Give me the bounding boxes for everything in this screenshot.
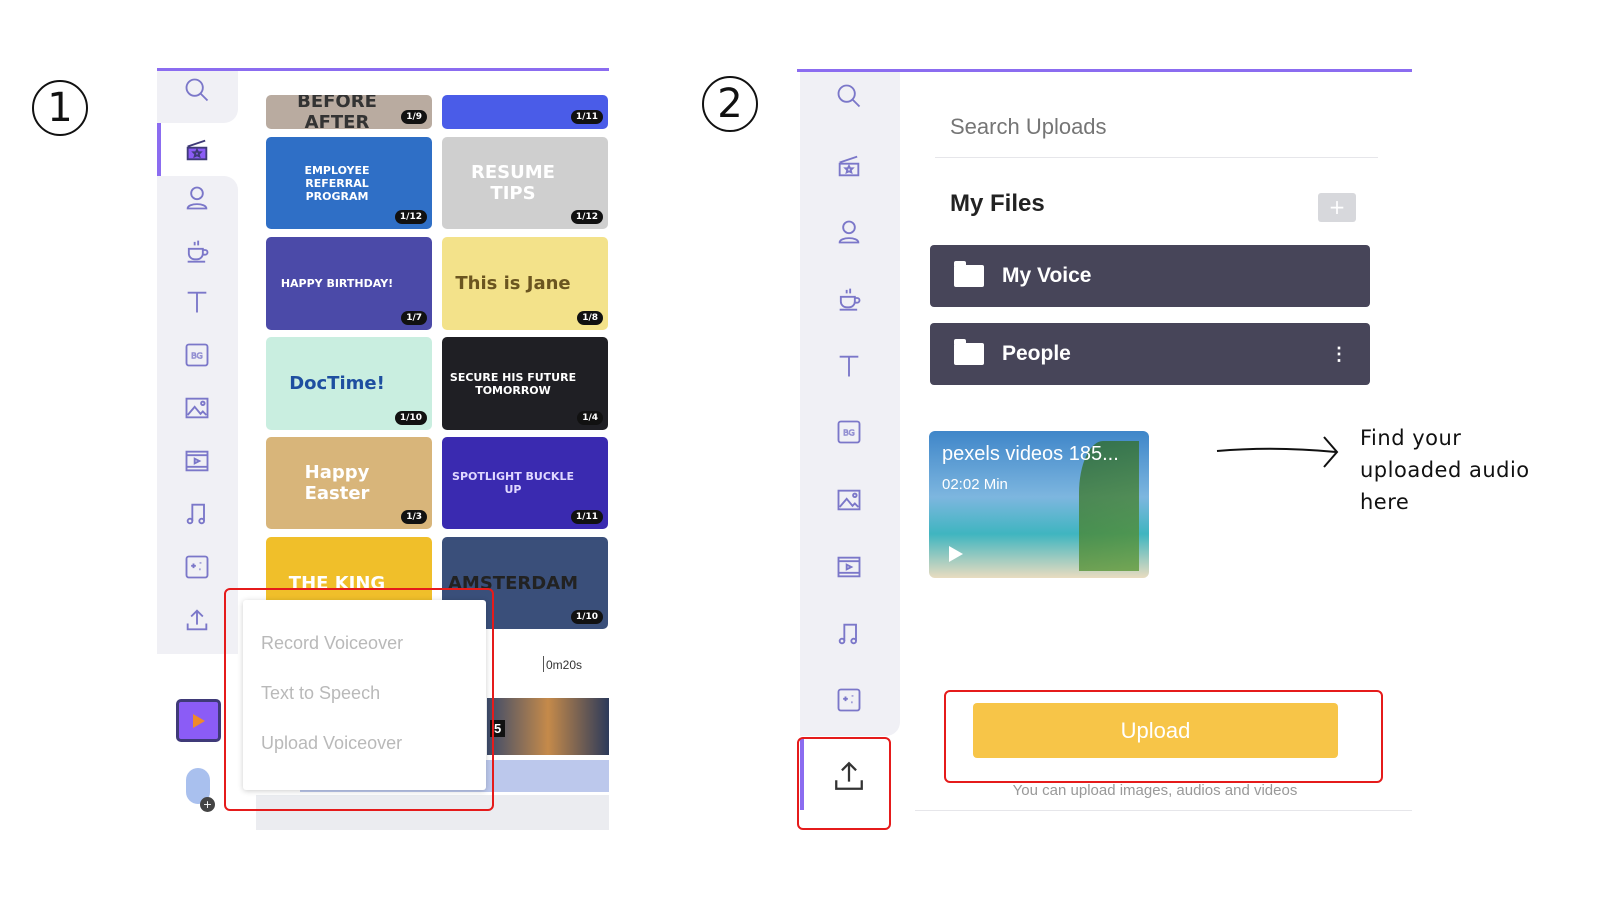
template-title: EMPLOYEE REFERRAL PROGRAM [304, 163, 370, 203]
folder-icon [954, 339, 984, 365]
template-title: DocTime! [289, 373, 385, 394]
upload-note: You can upload images, audios and videos [1012, 782, 1298, 799]
slide-count-badge: 1/12 [394, 210, 427, 224]
search-uploads-input[interactable] [950, 114, 1370, 140]
play-icon[interactable] [949, 546, 963, 562]
image-icon[interactable] [181, 392, 213, 424]
effects-icon[interactable] [833, 684, 865, 716]
music-icon[interactable] [833, 618, 865, 650]
slide-count-badge: 1/7 [401, 311, 427, 325]
template-thumbnail[interactable]: This is Jane 1/8 [442, 237, 608, 330]
template-thumbnail[interactable]: RESUME TIPS 1/12 [442, 137, 608, 229]
video-icon[interactable] [833, 551, 865, 583]
highlight-box [224, 588, 494, 811]
more-options-icon[interactable]: ⋮ [1330, 344, 1348, 365]
add-voice-icon[interactable]: + [200, 797, 215, 812]
slide-count-badge: 1/10 [394, 411, 427, 425]
template-title: Happy Easter [304, 462, 370, 504]
template-title: SECURE HIS FUTURE TOMORROW [449, 370, 577, 397]
active-indicator [157, 123, 161, 176]
template-thumbnail[interactable]: Happy Easter 1/3 [266, 437, 432, 529]
props-icon[interactable] [833, 282, 865, 314]
folder-icon [954, 261, 984, 287]
template-title: RESUME TIPS [471, 162, 555, 204]
template-thumbnail[interactable]: DocTime! 1/10 [266, 337, 432, 430]
step-2-marker: 2 [702, 76, 758, 132]
slide-count-badge: 1/11 [570, 510, 603, 524]
svg-text:BG: BG [843, 428, 855, 438]
text-icon[interactable] [181, 286, 213, 318]
slide-count-badge: 1/10 [570, 610, 603, 624]
folder-my-voice[interactable]: My Voice [930, 245, 1370, 307]
template-thumbnail[interactable]: 1/11 [442, 95, 608, 129]
template-title: HAPPY BIRTHDAY! [280, 277, 394, 290]
slide-count-badge: 1/11 [570, 110, 603, 124]
arrow-annotation [1216, 436, 1339, 468]
svg-text:BG: BG [191, 351, 203, 361]
template-title: SPOTLIGHT BUCKLE UP [452, 470, 574, 496]
slide-count-badge: 1/8 [577, 311, 603, 325]
slide-count-badge: 1/3 [401, 510, 427, 524]
templates-icon[interactable] [181, 134, 213, 166]
folder-people[interactable]: People ⋮ [930, 323, 1370, 385]
template-title: This is Jane [455, 273, 571, 294]
templates-icon[interactable] [833, 150, 865, 182]
step-1-marker: 1 [32, 80, 88, 136]
my-files-heading: My Files [950, 190, 1045, 217]
template-thumbnail[interactable]: SECURE HIS FUTURE TOMORROW 1/4 [442, 337, 608, 430]
annotation-text: Find your uploaded audio here [1360, 426, 1530, 514]
timeline-marker: 0m20s [546, 658, 583, 672]
new-folder-button[interactable]: + [1318, 193, 1356, 222]
character-icon[interactable] [833, 216, 865, 248]
music-icon[interactable] [181, 498, 213, 530]
slide-count-badge: 1/12 [570, 210, 603, 224]
uploaded-video-card[interactable]: pexels videos 185... 02:02 Min [929, 431, 1149, 578]
slide-count-badge: 1/9 [401, 110, 427, 124]
background-icon[interactable]: BG [181, 339, 213, 371]
highlight-box [944, 690, 1383, 783]
template-thumbnail[interactable]: HAPPY BIRTHDAY! 1/7 [266, 237, 432, 330]
background-icon[interactable]: BG [833, 416, 865, 448]
props-icon[interactable] [181, 234, 213, 266]
video-icon[interactable] [181, 445, 213, 477]
search-icon[interactable] [181, 74, 213, 106]
slide-count-badge: 1/4 [577, 411, 603, 425]
scene-thumbnail[interactable] [487, 698, 609, 755]
template-thumbnail[interactable]: SPOTLIGHT BUCKLE UP 1/11 [442, 437, 608, 529]
video-duration: 02:02 Min [942, 476, 1008, 493]
text-icon[interactable] [833, 350, 865, 382]
upload-icon[interactable] [181, 604, 213, 636]
image-icon[interactable] [833, 484, 865, 516]
template-thumbnail[interactable]: BEFORE AFTER 1/9 [266, 95, 432, 129]
video-scene-icon[interactable] [176, 699, 221, 742]
character-icon[interactable] [181, 182, 213, 214]
effects-icon[interactable] [181, 551, 213, 583]
search-icon[interactable] [833, 80, 865, 112]
highlight-box [797, 737, 891, 830]
template-thumbnail[interactable]: EMPLOYEE REFERRAL PROGRAM 1/12 [266, 137, 432, 229]
video-title: pexels videos 185... [942, 443, 1119, 465]
